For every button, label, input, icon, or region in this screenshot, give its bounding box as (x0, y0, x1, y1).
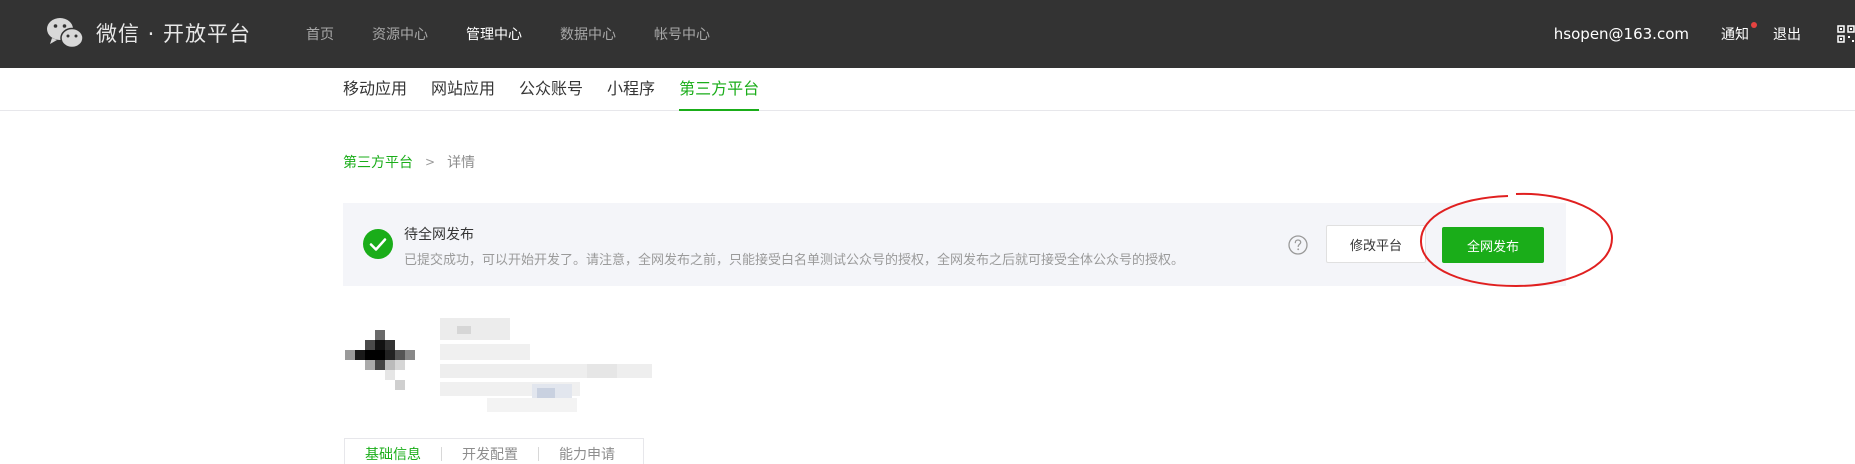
top-right-actions: hsopen@163.com 通知 退出 (1554, 0, 1855, 68)
breadcrumb-current: 详情 (447, 155, 476, 171)
nav-item-home[interactable]: 首页 (306, 24, 334, 44)
notice-label: 通知 (1721, 27, 1749, 43)
subnav-item-mini-programs[interactable]: 小程序 (607, 68, 655, 111)
logo[interactable]: 微信 · 开放平台 (46, 16, 251, 50)
tab-dev-config[interactable]: 开发配置 (442, 444, 538, 464)
breadcrumb-parent-link[interactable]: 第三方平台 (343, 152, 413, 172)
subnav-item-mobile-apps[interactable]: 移动应用 (343, 68, 407, 111)
edit-platform-button[interactable]: 修改平台 (1326, 225, 1426, 263)
breadcrumb: 第三方平台 > 详情 (343, 152, 475, 172)
subnav-item-third-party-platform[interactable]: 第三方平台 (679, 68, 760, 111)
qr-code-icon[interactable] (1837, 25, 1855, 43)
nav-item-account[interactable]: 帐号中心 (654, 24, 710, 44)
logo-text: 微信 · 开放平台 (96, 22, 252, 46)
status-description: 已提交成功，可以开始开发了。请注意，全网发布之前，只能接受白名单测试公众号的授权… (404, 253, 1185, 268)
user-email[interactable]: hsopen@163.com (1554, 25, 1689, 43)
wechat-logo-icon (47, 18, 84, 49)
question-circle-icon[interactable] (1288, 235, 1308, 255)
status-panel: 待全网发布 已提交成功，可以开始开发了。请注意，全网发布之前，只能接受白名单测试… (343, 203, 1566, 286)
check-circle-icon (363, 229, 393, 259)
nav-item-data[interactable]: 数据中心 (560, 24, 616, 44)
sub-nav: 移动应用 网站应用 公众账号 小程序 第三方平台 (0, 68, 1855, 111)
status-title: 待全网发布 (404, 227, 474, 243)
annotation-ellipse (1419, 192, 1614, 288)
detail-tabs: 基础信息 开发配置 能力申请 (344, 438, 644, 464)
tab-capability-apply[interactable]: 能力申请 (539, 444, 635, 464)
subnav-item-official-accounts[interactable]: 公众账号 (519, 68, 583, 111)
notice-badge-dot (1751, 22, 1757, 28)
nav-item-management[interactable]: 管理中心 (466, 24, 522, 44)
main-nav: 首页 资源中心 管理中心 数据中心 帐号中心 (306, 0, 748, 68)
logout-link[interactable]: 退出 (1773, 24, 1801, 44)
breadcrumb-separator: > (425, 155, 436, 169)
top-navbar: 微信 · 开放平台 首页 资源中心 管理中心 数据中心 帐号中心 hsopen@… (0, 0, 1855, 68)
app-info-pixelated (440, 318, 652, 412)
app-avatar-pixelated (345, 330, 415, 390)
subnav-item-web-apps[interactable]: 网站应用 (431, 68, 495, 111)
tab-basic-info[interactable]: 基础信息 (345, 444, 441, 464)
notice-link[interactable]: 通知 (1721, 22, 1757, 44)
nav-item-resources[interactable]: 资源中心 (372, 24, 428, 44)
